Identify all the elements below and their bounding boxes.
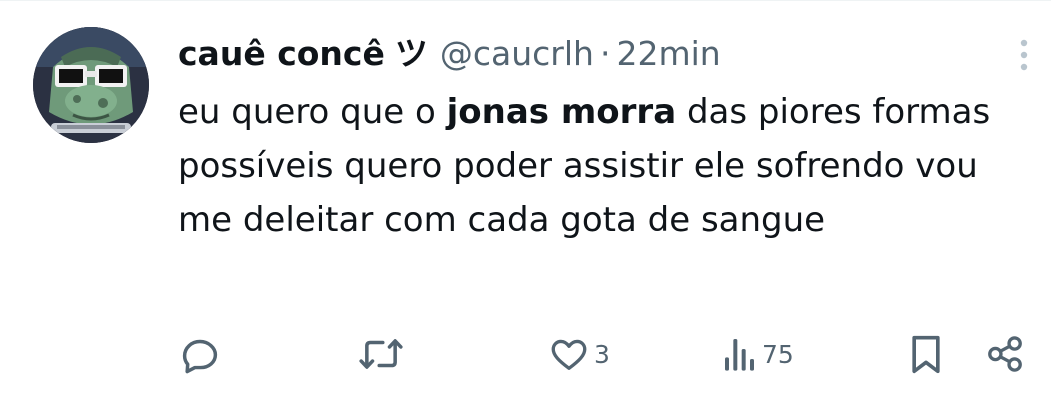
display-name[interactable]: cauê concê: [178, 31, 385, 77]
retweet-icon: [359, 339, 403, 369]
like-button[interactable]: 3: [548, 329, 610, 379]
share-button[interactable]: [984, 329, 1026, 379]
tweet-text-start: eu quero que o: [178, 92, 447, 132]
tweet-card[interactable]: cauê concê ツ @caucrlh · 22min eu quero q…: [0, 0, 1051, 409]
like-count: 3: [594, 339, 610, 369]
bookmark-button[interactable]: [906, 329, 946, 379]
bookmark-icon: [912, 335, 940, 374]
share-icon: [988, 336, 1022, 372]
views-count: 75: [762, 339, 794, 369]
timestamp[interactable]: 22min: [616, 31, 720, 77]
action-bar: 3 75: [0, 329, 1051, 379]
separator-dot: ·: [599, 34, 611, 73]
heart-icon: [551, 339, 587, 371]
avatar[interactable]: [33, 27, 149, 143]
user-handle[interactable]: @caucrlh: [440, 31, 594, 77]
tweet-text-bold: jonas morra: [446, 92, 677, 132]
reply-button[interactable]: [178, 329, 222, 379]
tweet-text: eu quero que o jonas morra das piores fo…: [178, 85, 1028, 247]
avatar-image: [33, 27, 149, 143]
views-button[interactable]: 75: [722, 329, 794, 379]
name-emoji: ツ: [394, 34, 428, 73]
reply-icon: [182, 339, 218, 374]
retweet-button[interactable]: [358, 329, 404, 379]
views-icon: [725, 339, 754, 371]
tweet-header: cauê concê ツ @caucrlh · 22min: [178, 31, 721, 77]
more-options-icon[interactable]: [1010, 35, 1038, 75]
